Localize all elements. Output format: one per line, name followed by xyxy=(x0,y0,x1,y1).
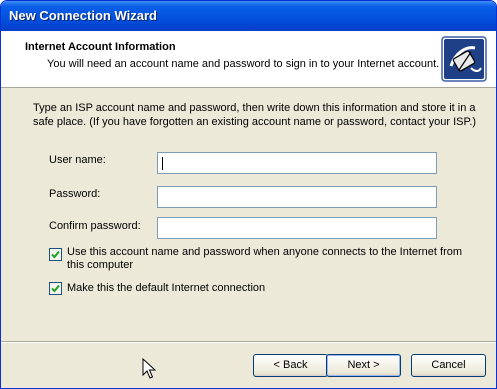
button-separator xyxy=(1,341,496,343)
back-button[interactable]: < Back xyxy=(253,354,328,377)
default-connection-label[interactable]: Make this the default Internet connectio… xyxy=(67,282,265,295)
network-phone-icon xyxy=(441,36,487,82)
wizard-header: Internet Account Information You will ne… xyxy=(1,31,496,88)
text-caret xyxy=(162,157,163,170)
window-title: New Connection Wizard xyxy=(9,8,157,23)
cancel-button[interactable]: Cancel xyxy=(411,354,486,377)
checkmark-icon xyxy=(51,250,60,259)
next-button[interactable]: Next > xyxy=(326,354,401,377)
username-input[interactable] xyxy=(157,152,437,174)
header-subtitle: You will need an account name and passwo… xyxy=(47,58,440,70)
mouse-pointer-icon xyxy=(142,357,157,385)
header-title: Internet Account Information xyxy=(25,41,176,53)
confirm-password-input[interactable] xyxy=(157,217,437,239)
default-connection-checkbox[interactable] xyxy=(49,282,62,295)
password-input[interactable] xyxy=(157,186,437,208)
use-for-all-users-checkbox[interactable] xyxy=(49,248,62,261)
password-label: Password: xyxy=(49,188,101,200)
confirm-password-label: Confirm password: xyxy=(49,220,141,232)
wizard-window: New Connection Wizard Internet Account I… xyxy=(0,0,497,389)
use-for-all-users-label[interactable]: Use this account name and password when … xyxy=(67,246,467,272)
instructions-text: Type an ISP account name and password, t… xyxy=(33,102,477,128)
title-bar[interactable]: New Connection Wizard xyxy=(1,1,496,31)
username-label: User name: xyxy=(49,154,106,166)
checkmark-icon xyxy=(51,284,60,293)
